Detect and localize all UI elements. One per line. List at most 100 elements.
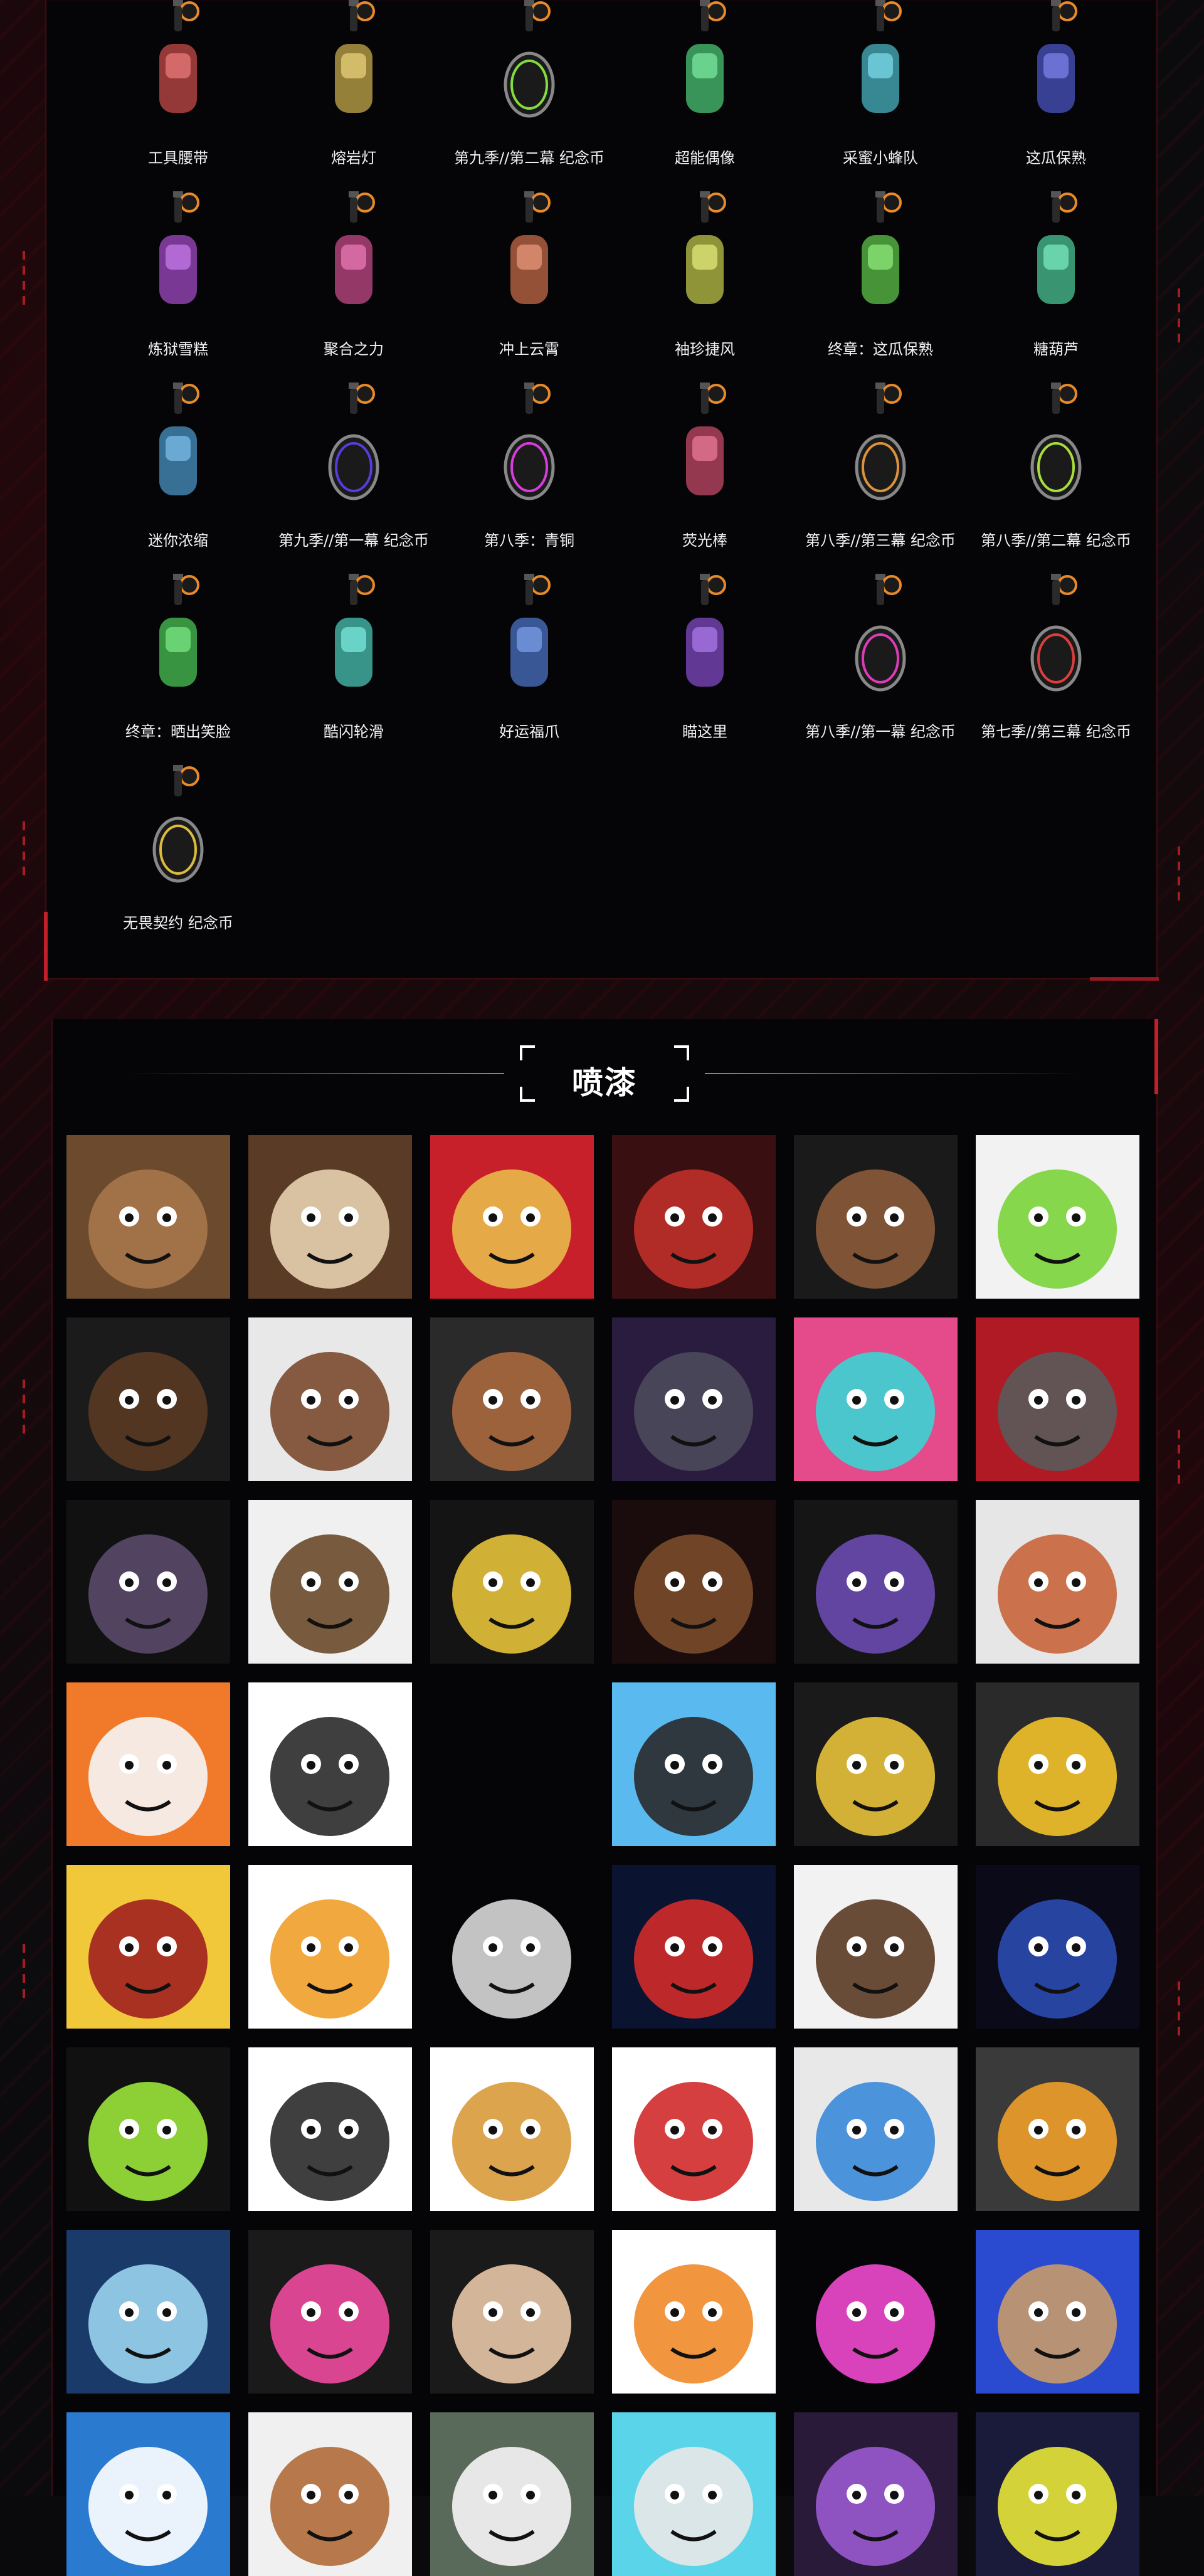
spray-tile[interactable]	[248, 1135, 412, 1299]
spray-tile[interactable]	[66, 1317, 230, 1481]
buddy-card[interactable]: 好运福爪	[441, 574, 617, 765]
buddy-card[interactable]: 迷你浓缩	[90, 383, 266, 574]
buddy-card[interactable]: 冲上云霄	[441, 191, 617, 383]
spray-tile[interactable]	[976, 1682, 1139, 1846]
valorant-coin-icon	[134, 765, 222, 906]
bullet-spray-icon	[430, 2047, 594, 2211]
cheese-spray-icon	[976, 1682, 1139, 1846]
spray-tile[interactable]	[430, 2230, 594, 2394]
buddy-label: 工具腰带	[148, 149, 208, 167]
blue-hair-agent-spray-icon	[976, 2230, 1139, 2394]
buddy-card[interactable]: 这瓜保熟	[968, 0, 1144, 191]
spray-tile[interactable]	[612, 1682, 776, 1846]
spray-tile[interactable]	[976, 2047, 1139, 2211]
left-side-decoration	[21, 1944, 28, 2004]
spray-tile[interactable]	[430, 1500, 594, 1664]
spray-tile[interactable]	[794, 1500, 958, 1664]
buddy-card[interactable]: 糖葫芦	[968, 191, 1144, 383]
beehive-charm-icon	[837, 0, 924, 141]
buddy-card[interactable]: 第七季//第三幕 纪念币	[968, 574, 1144, 765]
fist-bump-spray-icon	[66, 1865, 230, 2029]
spray-tile[interactable]	[794, 1135, 958, 1299]
buddy-label: 迷你浓缩	[148, 532, 208, 549]
buddy-card[interactable]: 熔岩灯	[266, 0, 441, 191]
buddy-card[interactable]: 超能偶像	[617, 0, 793, 191]
spray-tile[interactable]	[248, 1317, 412, 1481]
spray-tile[interactable]	[66, 1865, 230, 2029]
buddy-card[interactable]: 第八季：青铜	[441, 383, 617, 574]
title-divider-left	[128, 1073, 504, 1074]
blue-dragon-spray-icon	[976, 1865, 1139, 2029]
spray-tile[interactable]	[794, 1682, 958, 1846]
buddy-label: 无畏契约 纪念币	[123, 914, 233, 932]
spray-tile[interactable]	[794, 2230, 958, 2394]
spray-tile[interactable]	[66, 1135, 230, 1299]
buddy-card[interactable]: 聚合之力	[266, 191, 441, 383]
buddy-card[interactable]: 第八季//第二幕 纪念币	[968, 383, 1144, 574]
right-side-decoration	[1176, 1982, 1183, 2042]
buddy-card[interactable]: 采蜜小蜂队	[793, 0, 968, 191]
ep8-act3-coin-icon	[837, 383, 924, 524]
sprays-title-row: 喷漆	[53, 1045, 1156, 1102]
spray-tile[interactable]	[66, 2047, 230, 2211]
spray-tile[interactable]	[66, 2230, 230, 2394]
buddy-label: 第八季//第二幕 纪念币	[981, 532, 1131, 549]
spray-tile[interactable]	[976, 1500, 1139, 1664]
spray-tile[interactable]	[430, 1135, 594, 1299]
dark-mask-spray-icon	[976, 2047, 1139, 2211]
buddy-label: 第八季：青铜	[484, 532, 574, 549]
buddy-card[interactable]: 瞄这里	[617, 574, 793, 765]
buddy-card[interactable]: 荧光棒	[617, 383, 793, 574]
spray-tile[interactable]	[430, 2412, 594, 2576]
spray-tile[interactable]	[248, 1865, 412, 2029]
sprays-title-frame: 喷漆	[520, 1045, 689, 1102]
spray-tile[interactable]	[612, 1135, 776, 1299]
spray-tile[interactable]	[794, 2412, 958, 2576]
spray-tile[interactable]	[66, 2412, 230, 2576]
spray-tile[interactable]	[976, 2412, 1139, 2576]
spray-tile[interactable]	[248, 2230, 412, 2394]
spray-tile[interactable]	[612, 1865, 776, 2029]
spray-tile[interactable]	[248, 2047, 412, 2211]
spray-tile[interactable]	[430, 2047, 594, 2211]
spray-tile[interactable]	[794, 2047, 958, 2211]
buddy-card[interactable]: 酷闪轮滑	[266, 574, 441, 765]
buddy-card[interactable]: 第九季//第二幕 纪念币	[441, 0, 617, 191]
green-hex-spray-icon	[66, 2047, 230, 2211]
melon-slice-charm-icon	[837, 191, 924, 332]
spray-tile[interactable]	[430, 1865, 594, 2029]
left-side-decoration	[21, 1380, 28, 1440]
spray-tile[interactable]	[66, 1500, 230, 1664]
buddy-label: 冲上云霄	[499, 340, 559, 358]
spray-tile[interactable]	[976, 1317, 1139, 1481]
buddy-card[interactable]: 第九季//第一幕 纪念币	[266, 383, 441, 574]
buddy-label: 好运福爪	[499, 723, 559, 741]
spray-tile[interactable]	[794, 1865, 958, 2029]
angry-agent-spray-icon	[248, 1500, 412, 1664]
buddy-card[interactable]: 第八季//第三幕 纪念币	[793, 383, 968, 574]
spray-tile[interactable]	[612, 2047, 776, 2211]
buddy-card[interactable]: 无畏契约 纪念币	[90, 765, 266, 956]
spray-tile[interactable]	[612, 1500, 776, 1664]
buddy-card[interactable]: 炼狱雪糕	[90, 191, 266, 383]
spray-tile[interactable]	[612, 2412, 776, 2576]
buddy-card[interactable]: 工具腰带	[90, 0, 266, 191]
buddy-label: 聚合之力	[324, 340, 384, 358]
buddy-card[interactable]: 终章：这瓜保熟	[793, 191, 968, 383]
spray-tile[interactable]	[248, 1500, 412, 1664]
spray-tile[interactable]	[430, 1317, 594, 1481]
buddy-card[interactable]: 终章：晒出笑脸	[90, 574, 266, 765]
spray-tile[interactable]	[612, 2230, 776, 2394]
spray-tile[interactable]	[66, 1682, 230, 1846]
spray-tile[interactable]	[976, 1135, 1139, 1299]
spray-tile[interactable]	[612, 1317, 776, 1481]
spray-tile[interactable]	[976, 2230, 1139, 2394]
spray-tile[interactable]	[794, 1317, 958, 1481]
spray-tile[interactable]	[976, 1865, 1139, 2029]
buddy-label: 第八季//第一幕 纪念币	[805, 723, 956, 741]
spray-tile[interactable]	[248, 1682, 412, 1846]
coffee-cup-spray-icon	[794, 1865, 958, 2029]
spray-tile[interactable]	[248, 2412, 412, 2576]
buddy-card[interactable]: 袖珍捷风	[617, 191, 793, 383]
buddy-card[interactable]: 第八季//第一幕 纪念币	[793, 574, 968, 765]
